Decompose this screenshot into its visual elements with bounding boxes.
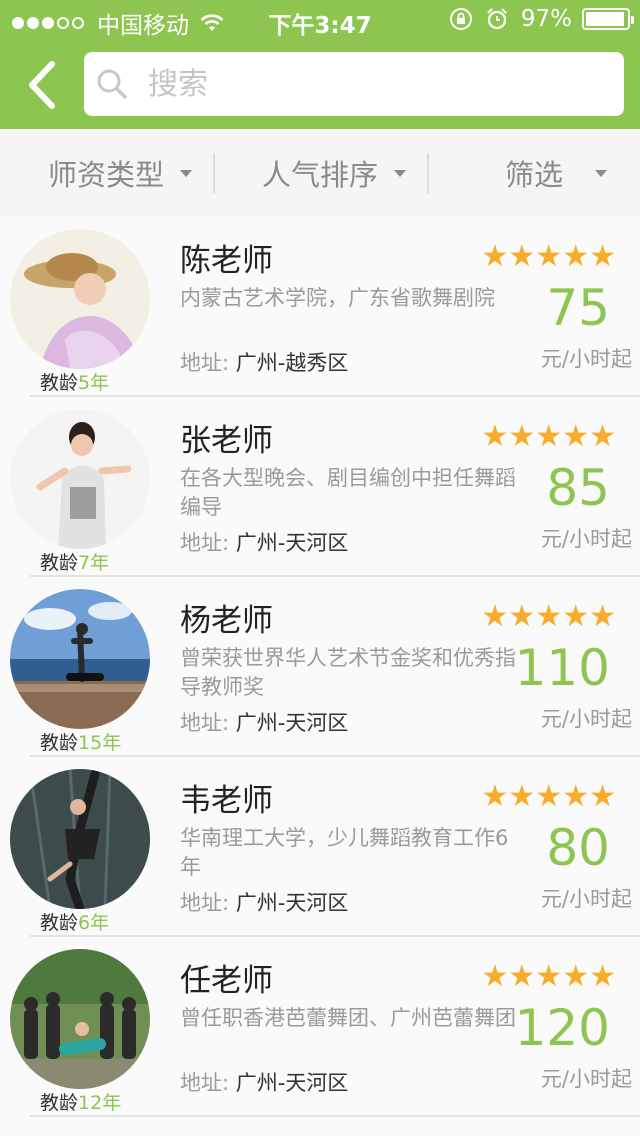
price-unit: 元/小时起 (540, 707, 632, 731)
star-rating: ★★★★★ (481, 779, 616, 814)
teacher-list: 教龄5年 陈老师 内蒙古艺术学院，广东省歌舞剧院 地址: 广州-越秀区 ★★★★… (0, 217, 640, 1117)
teacher-address: 地址: 广州-天河区 (180, 531, 349, 555)
teacher-address: 地址: 广州-天河区 (180, 711, 349, 735)
filter-popularity-sort[interactable]: 人气排序 (262, 129, 407, 217)
filter-label: 师资类型 (48, 158, 165, 192)
price-unit: 元/小时起 (540, 887, 632, 911)
filter-bar: 师资类型 人气排序 筛选 (0, 129, 640, 217)
orientation-lock-icon (449, 8, 472, 30)
filter-label: 筛选 (505, 158, 564, 192)
teaching-years: 教龄15年 (40, 732, 122, 754)
teacher-address: 地址: 广州-越秀区 (180, 351, 349, 375)
avatar[interactable] (10, 229, 150, 369)
teacher-name: 韦老师 (180, 783, 273, 819)
filter-screen[interactable]: 筛选 (505, 129, 608, 217)
price-unit: 元/小时起 (540, 527, 632, 551)
row-divider (30, 1115, 640, 1117)
alarm-icon (487, 8, 507, 30)
filter-label: 人气排序 (262, 158, 379, 192)
teacher-description: 曾荣获世界华人艺术节金奖和优秀指导教师奖 (180, 646, 516, 699)
price: 80 (546, 819, 610, 877)
teacher-description: 在各大型晚会、剧目编创中担任舞蹈编导 (180, 466, 516, 519)
teacher-name: 任老师 (180, 963, 273, 999)
teacher-description: 曾任职香港芭蕾舞团、广州芭蕾舞团 (180, 1006, 516, 1030)
battery-icon (582, 8, 634, 30)
caret-down-icon (595, 169, 608, 177)
star-rating: ★★★★★ (481, 599, 616, 634)
teacher-description: 内蒙古艺术学院，广东省歌舞剧院 (180, 286, 495, 310)
filter-teacher-type[interactable]: 师资类型 (48, 129, 193, 217)
avatar[interactable] (10, 409, 150, 549)
teacher-row[interactable]: 教龄15年 杨老师 曾荣获世界华人艺术节金奖和优秀指导教师奖 地址: 广州-天河… (0, 577, 640, 757)
chevron-left-icon[interactable] (24, 60, 64, 110)
avatar[interactable] (10, 769, 150, 909)
price: 75 (546, 279, 610, 337)
search-bar[interactable] (84, 52, 624, 116)
teaching-years: 教龄7年 (40, 552, 110, 574)
battery-percent: 97% (520, 6, 572, 32)
teaching-years: 教龄12年 (40, 1092, 122, 1114)
caret-down-icon (180, 169, 193, 177)
avatar[interactable] (10, 949, 150, 1089)
teacher-name: 杨老师 (180, 603, 273, 639)
divider (427, 153, 429, 193)
star-rating: ★★★★★ (481, 419, 616, 454)
price-unit: 元/小时起 (540, 1067, 632, 1091)
search-input[interactable] (148, 62, 608, 106)
price: 110 (514, 639, 610, 697)
teacher-row[interactable]: 教龄7年 张老师 在各大型晚会、剧目编创中担任舞蹈编导 地址: 广州-天河区 ★… (0, 397, 640, 577)
teaching-years: 教龄6年 (40, 912, 110, 934)
price: 85 (546, 459, 610, 517)
teacher-row[interactable]: 教龄6年 韦老师 华南理工大学，少儿舞蹈教育工作6年 地址: 广州-天河区 ★★… (0, 757, 640, 937)
teacher-row[interactable]: 教龄5年 陈老师 内蒙古艺术学院，广东省歌舞剧院 地址: 广州-越秀区 ★★★★… (0, 217, 640, 397)
status-bar: 中国移动 下午3:47 97% (0, 0, 640, 40)
teacher-name: 陈老师 (180, 243, 273, 279)
star-rating: ★★★★★ (481, 239, 616, 274)
price-unit: 元/小时起 (540, 347, 632, 371)
teacher-address: 地址: 广州-天河区 (180, 891, 349, 915)
teacher-description: 华南理工大学，少儿舞蹈教育工作6年 (180, 826, 509, 879)
price: 120 (514, 999, 610, 1057)
caret-down-icon (394, 169, 407, 177)
avatar[interactable] (10, 589, 150, 729)
divider (213, 153, 215, 193)
teacher-name: 张老师 (180, 423, 273, 459)
search-icon (97, 69, 127, 99)
teaching-years: 教龄5年 (40, 372, 110, 394)
teacher-row[interactable]: 教龄12年 任老师 曾任职香港芭蕾舞团、广州芭蕾舞团 地址: 广州-天河区 ★★… (0, 937, 640, 1117)
top-bar: 中国移动 下午3:47 97% (0, 0, 640, 129)
star-rating: ★★★★★ (481, 959, 616, 994)
teacher-address: 地址: 广州-天河区 (180, 1071, 349, 1095)
